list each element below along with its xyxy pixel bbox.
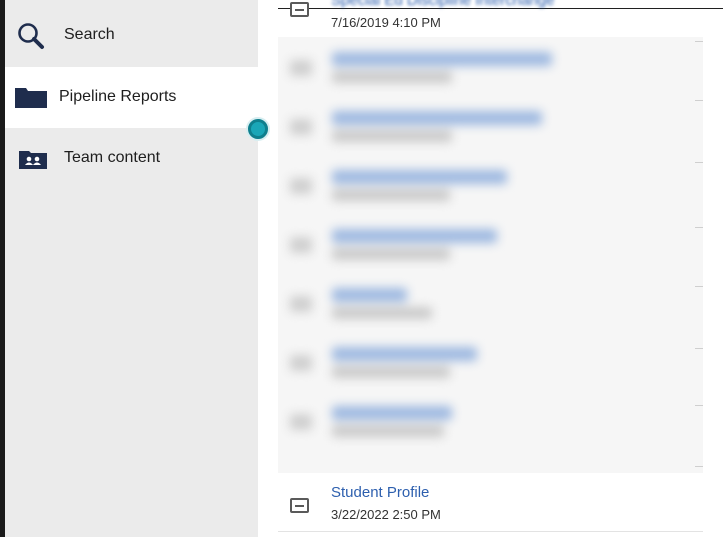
list-item-name — [332, 170, 507, 184]
list-item-name — [332, 406, 452, 420]
list-item-date — [332, 130, 452, 142]
report-icon — [290, 119, 312, 135]
report-icon — [290, 237, 312, 253]
team-folder-icon — [19, 151, 47, 174]
divider — [695, 405, 703, 406]
list-item-name — [332, 111, 542, 125]
list-item-date — [332, 71, 452, 83]
list-item-name — [332, 52, 552, 66]
sidebar-item-pipeline-reports[interactable]: Pipeline Reports — [5, 67, 258, 128]
sidebar-item-search[interactable]: Search — [5, 5, 258, 67]
report-icon — [290, 296, 312, 312]
divider — [695, 348, 703, 349]
sidebar: Search Pipeline Reports Team content — [5, 0, 258, 537]
list-item[interactable] — [278, 158, 703, 214]
divider — [695, 41, 703, 42]
list-item-name — [332, 288, 407, 302]
search-icon — [17, 22, 47, 57]
list-item[interactable] — [278, 40, 703, 96]
divider — [695, 286, 703, 287]
list-item-date — [332, 189, 450, 201]
sidebar-item-team-content[interactable]: Team content — [5, 129, 258, 191]
sidebar-item-label: Pipeline Reports — [59, 88, 177, 105]
folder-icon — [15, 88, 47, 113]
list-item-name — [332, 229, 497, 243]
list-item-student-profile[interactable]: Student Profile 3/22/2022 2:50 PM — [278, 474, 703, 532]
list-item-date: 7/16/2019 4:10 PM — [331, 15, 441, 30]
list-item-date — [332, 307, 432, 319]
list-item[interactable] — [278, 276, 703, 332]
list-item[interactable] — [278, 394, 703, 450]
list-item-name — [332, 347, 477, 361]
divider — [695, 227, 703, 228]
report-icon — [290, 498, 309, 513]
divider — [695, 466, 703, 467]
divider — [695, 100, 703, 101]
sidebar-item-label: Search — [64, 26, 115, 43]
list-item-date — [332, 366, 450, 378]
report-icon — [290, 60, 312, 76]
list-item[interactable] — [278, 335, 703, 391]
divider — [695, 162, 703, 163]
list-item-date: 3/22/2022 2:50 PM — [331, 507, 441, 522]
list-item[interactable] — [278, 99, 703, 155]
report-icon — [290, 414, 312, 430]
sidebar-item-label: Team content — [64, 149, 161, 166]
report-icon — [290, 355, 312, 371]
list-item-date — [332, 425, 444, 437]
list-item[interactable] — [278, 217, 703, 273]
content-list: Special Ed Discipline Interchange 7/16/2… — [258, 0, 723, 537]
report-icon — [290, 2, 309, 17]
list-item-date — [332, 248, 450, 260]
report-icon — [290, 178, 312, 194]
list-item-name: Special Ed Discipline Interchange — [331, 0, 555, 9]
divider — [278, 531, 703, 532]
list-item-name[interactable]: Student Profile — [331, 484, 429, 501]
